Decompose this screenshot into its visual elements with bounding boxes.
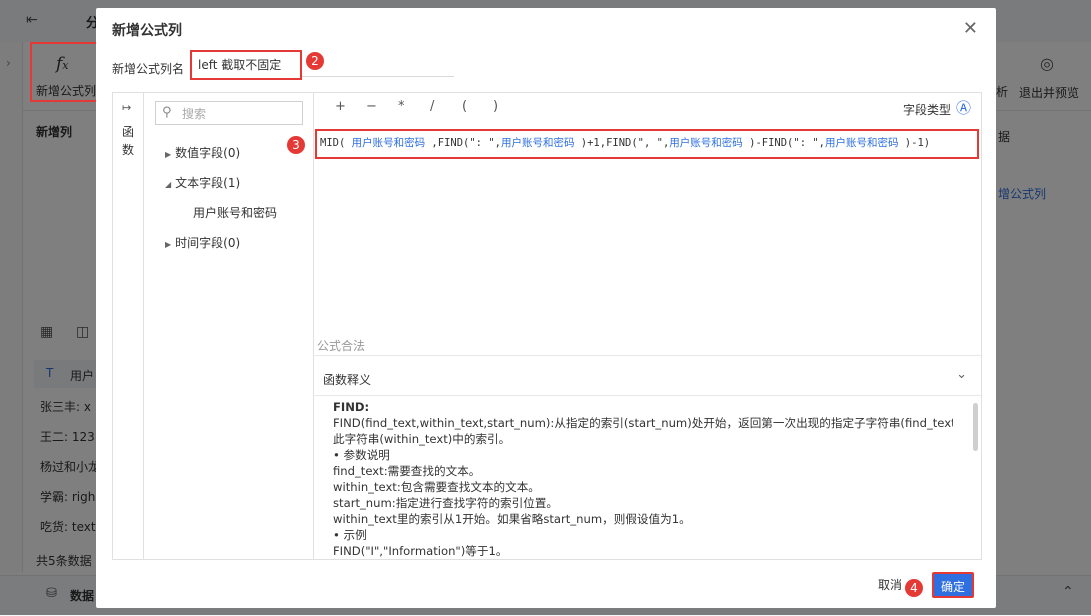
caret-down-icon[interactable]: ◢ (165, 180, 171, 189)
chevron-down-icon[interactable]: ⌄ (956, 367, 967, 382)
multiply-operator[interactable]: * (398, 99, 405, 114)
caret-right-icon[interactable]: ▶ (165, 150, 171, 159)
right-paren-operator[interactable]: ) (493, 99, 498, 114)
column-name-input[interactable]: left 截取不固定 (190, 50, 302, 80)
formula-text-token: )-FIND(": ", (742, 137, 825, 149)
field-search-input[interactable] (180, 104, 302, 124)
minus-operator[interactable]: − (366, 99, 377, 114)
annotation-badge-2: 2 (306, 52, 324, 70)
formula-input[interactable]: MID( 用户账号和密码 ,FIND(": ",用户账号和密码 )+1,FIND… (315, 129, 979, 159)
tree-item-field[interactable]: 用户账号和密码 (193, 204, 277, 221)
divider (313, 355, 981, 356)
column-name-label: 新增公式列名 (112, 62, 185, 76)
doc-line: within_text:包含需要查找文本的文本。 (333, 480, 540, 494)
formula-editor: + − * / ( ) 字段类型 Ⓐ MID( 用户账号和密码 ,FIND(":… (313, 93, 981, 559)
dialog-title: 新增公式列 (112, 23, 182, 39)
function-panel-label: 函数 (121, 125, 134, 157)
search-icon: ⚲ (162, 105, 172, 120)
formula-field-token: 用户账号和密码 (669, 137, 743, 149)
plus-operator[interactable]: + (335, 99, 346, 114)
field-type-icon[interactable]: Ⓐ (956, 97, 971, 118)
formula-text-token: )-1) (898, 137, 931, 149)
annotation-box-1 (30, 42, 98, 102)
expand-arrow-icon[interactable]: ↦ (122, 101, 131, 114)
annotation-badge-3: 3 (287, 136, 305, 154)
doc-line: • 参数说明 (333, 448, 390, 462)
function-doc: FIND: FIND(find_text,within_text,start_nu… (333, 399, 953, 557)
formula-field-token: 用户账号和密码 (351, 137, 426, 149)
left-paren-operator[interactable]: ( (462, 99, 467, 114)
formula-status: 公式合法 (317, 339, 366, 353)
formula-editor-panel: ↦ 函数 ⚲ ▶数值字段(0) ◢文本字段(1) 用户账号和密码 ▶时间字段(0… (112, 92, 982, 560)
divider (313, 395, 981, 396)
doc-line: 此字符串(within_text)中的索引。 (333, 432, 511, 446)
doc-title: 函数释义 (323, 373, 372, 387)
field-list-panel: ⚲ ▶数值字段(0) ◢文本字段(1) 用户账号和密码 ▶时间字段(0) (143, 93, 314, 559)
close-icon[interactable]: ✕ (963, 18, 978, 39)
field-search[interactable]: ⚲ (155, 101, 303, 125)
formula-text-token: )+1,FIND(", ", (574, 137, 670, 149)
doc-line: within_text里的索引从1开始。如果省略start_num，则假设值为1… (333, 512, 691, 526)
doc-line: start_num:指定进行查找字符的索引位置。 (333, 496, 559, 510)
formula-text-token: MID( (320, 137, 352, 149)
add-formula-dialog: 新增公式列 ✕ 新增公式列名 left 截取不固定 2 ↦ 函数 ⚲ ▶数值字段… (96, 8, 996, 608)
formula-field-token: 用户账号和密码 (500, 137, 575, 149)
divide-operator[interactable]: / (430, 99, 434, 114)
doc-scrollbar[interactable] (973, 403, 978, 451)
confirm-button[interactable]: 确定 (932, 572, 974, 598)
tree-group-text[interactable]: ◢ 文本字段(1) (165, 174, 240, 191)
formula-text-token: ,FIND(": ", (425, 137, 501, 149)
doc-line: FIND("I","Information")等于1。 (333, 544, 508, 557)
doc-line: FIND(find_text,within_text,start_num):从指… (333, 416, 953, 430)
doc-line: FIND: (333, 400, 370, 414)
annotation-badge-4: 4 (905, 579, 923, 597)
field-type-label[interactable]: 字段类型 (903, 101, 951, 118)
doc-line: find_text:需要查找的文本。 (333, 464, 481, 478)
doc-line: • 示例 (333, 528, 367, 542)
function-panel-toggle[interactable]: ↦ 函数 (113, 93, 144, 559)
formula-field-token: 用户账号和密码 (824, 137, 899, 149)
tree-group-number[interactable]: ▶ 数值字段(0) (165, 144, 240, 161)
tree-group-time[interactable]: ▶ 时间字段(0) (165, 234, 240, 251)
caret-right-icon[interactable]: ▶ (165, 240, 171, 249)
